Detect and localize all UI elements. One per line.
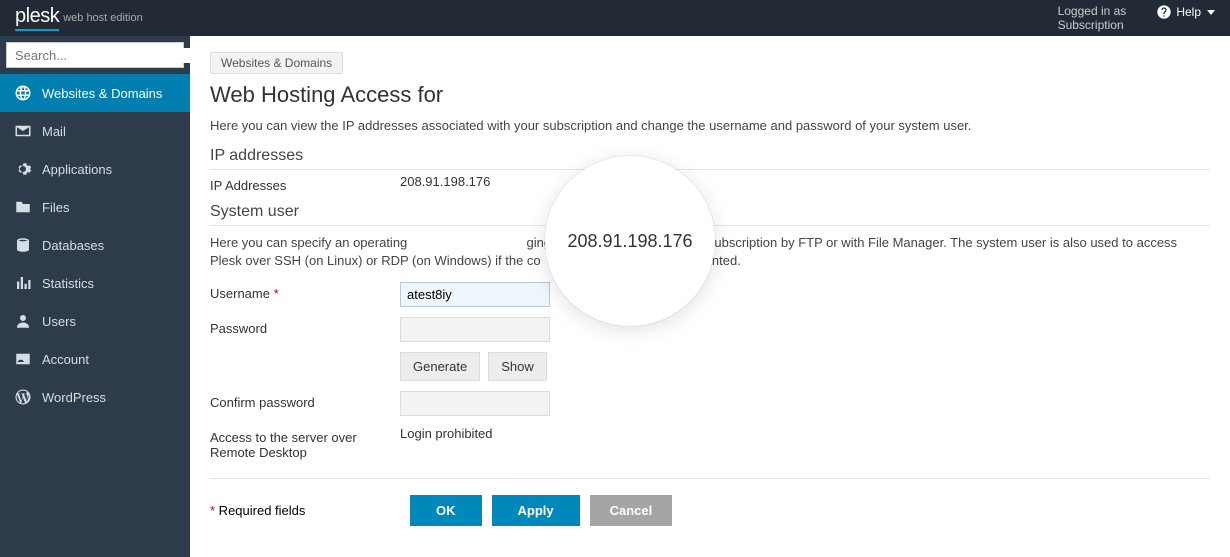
sidebar-item-users[interactable]: Users: [0, 302, 190, 340]
cancel-button[interactable]: Cancel: [590, 495, 673, 526]
rdp-access-label: Access to the server over Remote Desktop: [210, 426, 400, 460]
breadcrumb[interactable]: Websites & Domains: [210, 52, 343, 74]
user-line1: Logged in as: [1058, 4, 1127, 18]
confirm-password-input[interactable]: [400, 391, 550, 416]
section-ip-heading: IP addresses: [210, 147, 1210, 170]
sidebar-item-label: Files: [42, 200, 69, 215]
sidebar-item-label: WordPress: [42, 390, 106, 405]
help-menu[interactable]: Help: [1156, 4, 1215, 20]
mail-icon: [14, 122, 32, 140]
sidebar-item-account[interactable]: Account: [0, 340, 190, 378]
sidebar-item-files[interactable]: Files: [0, 188, 190, 226]
chevron-down-icon: [1207, 10, 1215, 15]
username-input[interactable]: [400, 282, 550, 307]
sidebar-item-label: Websites & Domains: [42, 86, 162, 101]
globe-icon: [14, 84, 32, 102]
page-title: Web Hosting Access for: [210, 82, 1210, 108]
ok-button[interactable]: OK: [410, 495, 482, 526]
sidebar-item-wordpress[interactable]: WordPress: [0, 378, 190, 416]
sidebar-item-mail[interactable]: Mail: [0, 112, 190, 150]
sidebar-item-label: Users: [42, 314, 76, 329]
topbar: plesk web host edition Logged in as Subs…: [0, 0, 1230, 36]
password-input[interactable]: [400, 317, 550, 342]
rdp-access-value: Login prohibited: [400, 426, 493, 441]
generate-button[interactable]: Generate: [400, 352, 480, 381]
main-content: Websites & Domains Web Hosting Access fo…: [190, 36, 1230, 557]
user-line2: Subscription: [1058, 18, 1127, 32]
stats-icon: [14, 274, 32, 292]
ip-value: 208.91.198.176: [400, 174, 490, 189]
sidebar-item-applications[interactable]: Applications: [0, 150, 190, 188]
sidebar-item-label: Account: [42, 352, 89, 367]
wordpress-icon: [14, 388, 32, 406]
sidebar: Websites & Domains Mail Applications Files D…: [0, 36, 190, 557]
sidebar-nav: Websites & Domains Mail Applications Files D…: [0, 74, 190, 416]
sidebar-item-websites-domains[interactable]: Websites & Domains: [0, 74, 190, 112]
required-fields-note: * Required fields: [210, 503, 400, 518]
sidebar-item-label: Applications: [42, 162, 112, 177]
confirm-password-label: Confirm password: [210, 391, 400, 410]
show-button[interactable]: Show: [488, 352, 547, 381]
sidebar-item-statistics[interactable]: Statistics: [0, 264, 190, 302]
search-input[interactable]: [15, 48, 191, 63]
sidebar-item-label: Databases: [42, 238, 104, 253]
user-icon: [14, 312, 32, 330]
brand-logo: plesk: [15, 5, 59, 31]
database-icon: [14, 236, 32, 254]
ip-label: IP Addresses: [210, 174, 400, 193]
help-icon: [1156, 4, 1172, 20]
username-label: Username *: [210, 282, 400, 301]
password-label: Password: [210, 317, 400, 336]
id-icon: [14, 350, 32, 368]
sidebar-item-databases[interactable]: Databases: [0, 226, 190, 264]
page-intro: Here you can view the IP addresses assoc…: [210, 118, 1210, 133]
sysuser-desc: Here you can specify an operating ging f…: [210, 234, 1210, 270]
gear-icon: [14, 160, 32, 178]
sidebar-item-label: Statistics: [42, 276, 94, 291]
section-sysuser-heading: System user: [210, 203, 1210, 226]
topbar-right: Logged in as Subscription Help: [1058, 4, 1215, 32]
search-box[interactable]: [6, 42, 184, 68]
user-info[interactable]: Logged in as Subscription: [1058, 4, 1127, 32]
apply-button[interactable]: Apply: [492, 495, 580, 526]
sidebar-item-label: Mail: [42, 124, 66, 139]
folder-icon: [14, 198, 32, 216]
brand-subtitle: web host edition: [63, 12, 143, 24]
